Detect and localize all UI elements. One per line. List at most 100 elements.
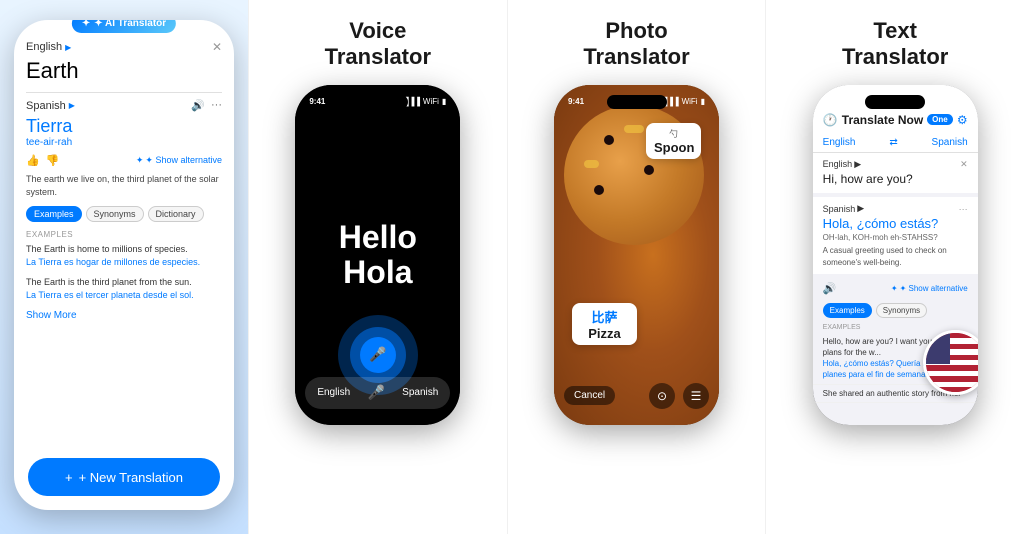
spoon-label-english: Spoon — [654, 140, 693, 155]
example-2: The Earth is the third planet from the s… — [26, 276, 222, 301]
mic-icon[interactable]: 🎤 — [369, 346, 386, 363]
output-area-lang-row: Spanish ▶ ··· — [823, 203, 968, 214]
thumb-icons: 👍 👎 — [26, 154, 59, 167]
pizza-label-chinese: 比萨 — [580, 307, 629, 326]
cancel-bar: Cancel ⊙ ☰ — [564, 383, 709, 409]
photo-status-icons: ▐▐▐ WiFi ▮ — [662, 97, 705, 106]
example-2-es: La Tierra es el tercer planeta desde el … — [26, 289, 222, 302]
one-badge: One — [927, 114, 953, 125]
lang-from-label[interactable]: English — [823, 137, 856, 148]
output-lang-name: Spanish — [823, 204, 856, 214]
lang-arrow-icon: ▶ — [65, 43, 71, 52]
output-lang-label[interactable]: Spanish ▶ — [26, 100, 75, 112]
text-output-area: Spanish ▶ ··· Hola, ¿cómo estás? OH-lah,… — [813, 197, 978, 273]
new-translation-button[interactable]: + + New Translation — [28, 458, 220, 496]
show-more[interactable]: Show More — [26, 310, 222, 321]
output-lang-row: Spanish ▶ 🔊 ··· — [26, 99, 222, 112]
close-icon[interactable]: ✕ — [212, 40, 222, 54]
ai-badge-label: ✦ AI Translator — [94, 20, 166, 29]
text-speaker-icon[interactable]: 🔊 — [823, 282, 837, 295]
phone-notch — [348, 95, 408, 109]
tab-row: Examples Synonyms Dictionary — [26, 206, 222, 222]
show-alternative[interactable]: ✦ ✦ Show alternative — [136, 155, 222, 166]
thumbup-icon[interactable]: 👍 — [26, 154, 40, 167]
translation-word: Tierra — [26, 116, 222, 137]
show-alt-text: ✦ Show alternative — [145, 155, 222, 166]
text-action-row: 🔊 ✦ ✦ Show alternative — [813, 278, 978, 299]
tab-synonyms[interactable]: Synonyms — [86, 206, 144, 222]
speaker-icon[interactable]: 🔊 — [191, 99, 205, 112]
pizza-label-english: Pizza — [580, 326, 629, 341]
text-notch — [865, 95, 925, 109]
photo-phone-mockup: 9:41 ▐▐▐ WiFi ▮ 勺 Spoon — [554, 85, 719, 425]
output-translation-text: Hola, ¿cómo estás? — [823, 216, 968, 231]
us-flag-circle — [923, 330, 978, 395]
input-area-lang-row: English ▶ ✕ — [823, 159, 968, 170]
action-row: 👍 👎 ✦ ✦ Show alternative — [26, 154, 222, 167]
gear-icon[interactable]: ⚙ — [957, 113, 968, 127]
text-tab-synonyms[interactable]: Synonyms — [876, 303, 927, 318]
input-lang-text: English — [26, 41, 62, 53]
photo-notch — [607, 95, 667, 109]
output-more-icon[interactable]: ··· — [959, 204, 968, 214]
lang-switch-row: English ⇄ Spanish — [813, 133, 978, 153]
swap-icon[interactable]: ⇄ — [889, 137, 897, 148]
output-definition: A casual greeting used to check on someo… — [823, 245, 968, 267]
example-1: The Earth is home to millions of species… — [26, 243, 222, 268]
photo-action-2[interactable]: ☰ — [683, 383, 709, 409]
cheese-1 — [624, 125, 644, 133]
example-1-en: The Earth is home to millions of species… — [26, 243, 222, 256]
text-app-header: 🕐 Translate Now One ⚙ — [813, 85, 978, 133]
input-area-lang: English ▶ — [823, 159, 861, 170]
text-tab-examples[interactable]: Examples — [823, 303, 872, 318]
voice-phone-mockup: 9:41 ▐▐▐ WiFi ▮ Hello Hola 🎤 — [295, 85, 460, 425]
pronunciation: tee-air-rah — [26, 137, 222, 148]
tab-dictionary[interactable]: Dictionary — [148, 206, 204, 222]
panel-app-screenshot: ✦ ✦ AI Translator English ▶ ✕ Earth Span… — [0, 0, 248, 534]
photo-battery-icon: ▮ — [701, 97, 705, 106]
panel-text: TextTranslator 🕐 Translate Now One ⚙ Eng… — [765, 0, 1024, 534]
input-lang-row: English ▶ ✕ — [26, 40, 222, 54]
tab-examples[interactable]: Examples — [26, 206, 82, 222]
more-icon[interactable]: ··· — [211, 99, 222, 112]
photo-action-1[interactable]: ⊙ — [649, 383, 675, 409]
olive-1 — [604, 135, 614, 145]
new-translation-label: + New Translation — [79, 470, 183, 485]
cheese-2 — [584, 160, 599, 168]
thumbdown-icon[interactable]: 👎 — [46, 154, 60, 167]
cancel-button[interactable]: Cancel — [564, 386, 615, 405]
text-show-alternative[interactable]: ✦ ✦ Show alternative — [891, 284, 968, 293]
definition: The earth we live on, the third planet o… — [26, 173, 222, 198]
phone-screen-1: ✦ ✦ AI Translator English ▶ ✕ Earth Span… — [14, 20, 234, 510]
photo-wifi-icon: WiFi — [682, 97, 698, 106]
text-phone-mockup: 🕐 Translate Now One ⚙ English ⇄ Spanish … — [813, 85, 978, 425]
voice-lang-left[interactable]: English — [317, 387, 350, 398]
voice-lang-right[interactable]: Spanish — [402, 387, 438, 398]
us-flag — [926, 333, 978, 392]
header-title-text: Translate Now — [842, 113, 923, 127]
input-lang-label[interactable]: English ▶ — [26, 41, 71, 53]
example-1-es: La Tierra es hogar de millones de especi… — [26, 256, 222, 269]
header-center: Translate Now One — [842, 113, 953, 127]
wave-circle-inner: 🎤 — [360, 337, 396, 373]
input-text-value[interactable]: Hi, how are you? — [823, 172, 968, 188]
panel-voice: VoiceTranslator 9:41 ▐▐▐ WiFi ▮ Hello Ho… — [248, 0, 507, 534]
text-title: TextTranslator — [842, 18, 948, 71]
mic-small-icon[interactable]: 🎤 — [367, 384, 384, 401]
lang-to-label[interactable]: Spanish — [932, 137, 968, 148]
photo-action-buttons: ⊙ ☰ — [649, 383, 709, 409]
olive-3 — [594, 185, 604, 195]
text-thumb-icons: 🔊 — [823, 282, 837, 295]
divider-1 — [26, 92, 222, 93]
clear-icon[interactable]: ✕ — [960, 159, 968, 170]
ai-badge[interactable]: ✦ ✦ AI Translator — [72, 20, 176, 33]
text-show-alt-label: ✦ Show alternative — [900, 284, 968, 293]
input-lang-name: English — [823, 159, 853, 169]
output-lang-arrow: ▶ — [857, 203, 864, 214]
clock-icon[interactable]: 🕐 — [823, 113, 838, 127]
hola-text: Hola — [343, 255, 412, 290]
olive-2 — [644, 165, 654, 175]
app-content: English ▶ ✕ Earth Spanish ▶ 🔊 ··· Tierra… — [14, 20, 234, 510]
text-input-area: English ▶ ✕ Hi, how are you? — [813, 153, 978, 194]
alt-star-icon: ✦ — [136, 155, 144, 166]
